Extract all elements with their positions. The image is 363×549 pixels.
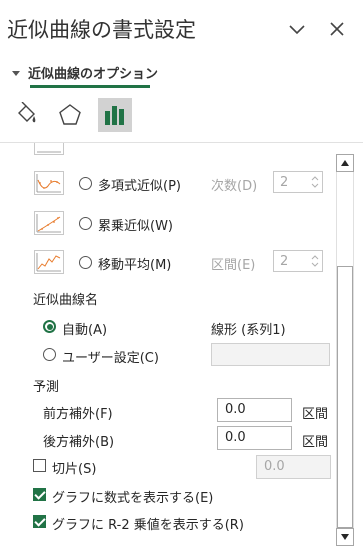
- intercept-value: 0.0: [264, 459, 285, 474]
- auto-name-value: 線形 (系列1): [211, 323, 286, 338]
- order-spinner[interactable]: 2: [273, 171, 323, 193]
- polynomial-label: 多項式近似(P): [98, 179, 181, 194]
- backward-input[interactable]: 0.0: [217, 426, 292, 450]
- power-thumbnail: [34, 211, 64, 235]
- pentagon-icon: [57, 102, 83, 128]
- moving-average-thumbnail: [34, 250, 64, 274]
- trendline-name-heading: 近似曲線名: [33, 293, 99, 308]
- display-equation-label: グラフに数式を表示する(E): [52, 491, 214, 506]
- power-radio[interactable]: [79, 217, 92, 230]
- period-spinner[interactable]: 2: [273, 250, 323, 272]
- forward-label: 前方補外(F): [43, 407, 113, 422]
- forward-input[interactable]: 0.0: [217, 398, 292, 422]
- period-label: 区間(E): [211, 258, 256, 273]
- display-r2-label: グラフに R-2 乗値を表示する(R): [52, 518, 244, 533]
- close-pane-button[interactable]: [326, 18, 348, 40]
- order-value: 2: [280, 175, 289, 190]
- polynomial-radio[interactable]: [79, 177, 92, 190]
- bar-chart-icon: [102, 102, 128, 128]
- auto-name-label: 自動(A): [62, 323, 108, 338]
- section-underline: [30, 85, 150, 88]
- period-value: 2: [280, 254, 289, 269]
- scroll-down-button[interactable]: [336, 528, 354, 546]
- triangle-up-icon: [340, 156, 350, 171]
- scroll-thumb[interactable]: [337, 266, 353, 528]
- moving-average-label: 移動平均(M): [98, 258, 172, 273]
- chevron-down-icon: [286, 18, 308, 40]
- tab-effects[interactable]: [53, 98, 87, 132]
- polynomial-thumbnail: [34, 171, 64, 195]
- collapse-triangle-icon: [12, 70, 20, 76]
- forward-unit: 区間: [302, 407, 329, 422]
- backward-value: 0.0: [225, 430, 246, 445]
- auto-name-radio[interactable]: [43, 320, 56, 333]
- intercept-input[interactable]: 0.0: [256, 455, 331, 479]
- paint-bucket-icon: [14, 102, 40, 128]
- forecast-heading: 予測: [33, 380, 60, 395]
- pane-title: 近似曲線の書式設定: [7, 18, 196, 42]
- trend-thumbnail-partial: [34, 143, 64, 155]
- section-label: 近似曲線のオプション: [28, 67, 159, 82]
- custom-name-radio[interactable]: [43, 348, 56, 361]
- triangle-down-icon: [340, 530, 350, 545]
- options-scroll-area: 多項式近似(P) 次数(D) 2 累乗近似(W) 移動平均(M) 区間(E) 2…: [0, 143, 336, 549]
- power-label: 累乗近似(W): [98, 219, 173, 234]
- custom-name-label: ユーザー設定(C): [62, 351, 159, 366]
- forward-value: 0.0: [225, 402, 246, 417]
- moving-average-radio[interactable]: [79, 256, 92, 269]
- backward-label: 後方補外(B): [43, 435, 115, 450]
- display-equation-checkbox[interactable]: [33, 488, 46, 501]
- order-label: 次数(D): [211, 179, 258, 194]
- tab-fill-line[interactable]: [10, 98, 44, 132]
- spinner-arrows-icon: [311, 175, 319, 189]
- scroll-up-button[interactable]: [336, 154, 354, 172]
- trendline-options-section-toggle[interactable]: 近似曲線のオプション: [12, 63, 158, 82]
- intercept-label: 切片(S): [52, 462, 97, 477]
- backward-unit: 区間: [302, 435, 329, 450]
- intercept-checkbox[interactable]: [33, 459, 46, 472]
- spinner-arrows-icon: [311, 254, 319, 268]
- close-icon: [326, 18, 348, 40]
- vertical-scrollbar[interactable]: [336, 154, 354, 546]
- pane-options-button[interactable]: [286, 18, 308, 40]
- display-r2-checkbox[interactable]: [33, 515, 46, 528]
- format-trendline-pane: 近似曲線の書式設定 近似曲線のオプション 多項式近似(P) 次数(D) 2 累乗…: [0, 0, 363, 549]
- tab-trendline-options[interactable]: [98, 98, 132, 132]
- custom-name-input[interactable]: [211, 343, 330, 366]
